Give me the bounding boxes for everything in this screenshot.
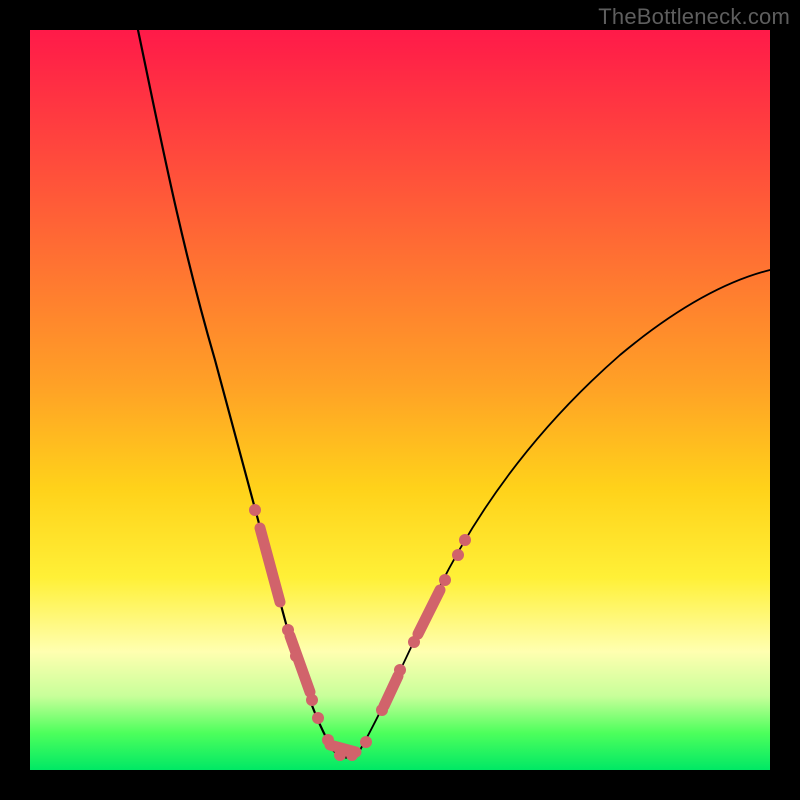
highlight-seg-4 xyxy=(384,676,398,706)
marker-dot xyxy=(282,624,294,636)
marker-dot xyxy=(394,664,406,676)
marker-dot xyxy=(360,736,372,748)
left-curve xyxy=(138,30,333,750)
marker-dot xyxy=(439,574,451,586)
marker-dot xyxy=(376,704,388,716)
marker-dot xyxy=(249,504,261,516)
chart-frame: TheBottleneck.com xyxy=(0,0,800,800)
watermark-text: TheBottleneck.com xyxy=(598,4,790,30)
marker-dot xyxy=(306,694,318,706)
marker-dot xyxy=(452,549,464,561)
marker-dot xyxy=(459,534,471,546)
marker-dot xyxy=(312,712,324,724)
highlight-seg-2 xyxy=(290,636,310,692)
highlight-seg-1 xyxy=(260,528,280,602)
marker-dot xyxy=(322,734,334,746)
marker-dot xyxy=(334,749,346,761)
marker-dot xyxy=(408,636,420,648)
curve-layer xyxy=(30,30,770,770)
marker-dot xyxy=(290,650,302,662)
marker-dot xyxy=(346,749,358,761)
highlight-seg-5 xyxy=(418,590,440,634)
right-curve xyxy=(360,270,770,750)
plot-area xyxy=(30,30,770,770)
